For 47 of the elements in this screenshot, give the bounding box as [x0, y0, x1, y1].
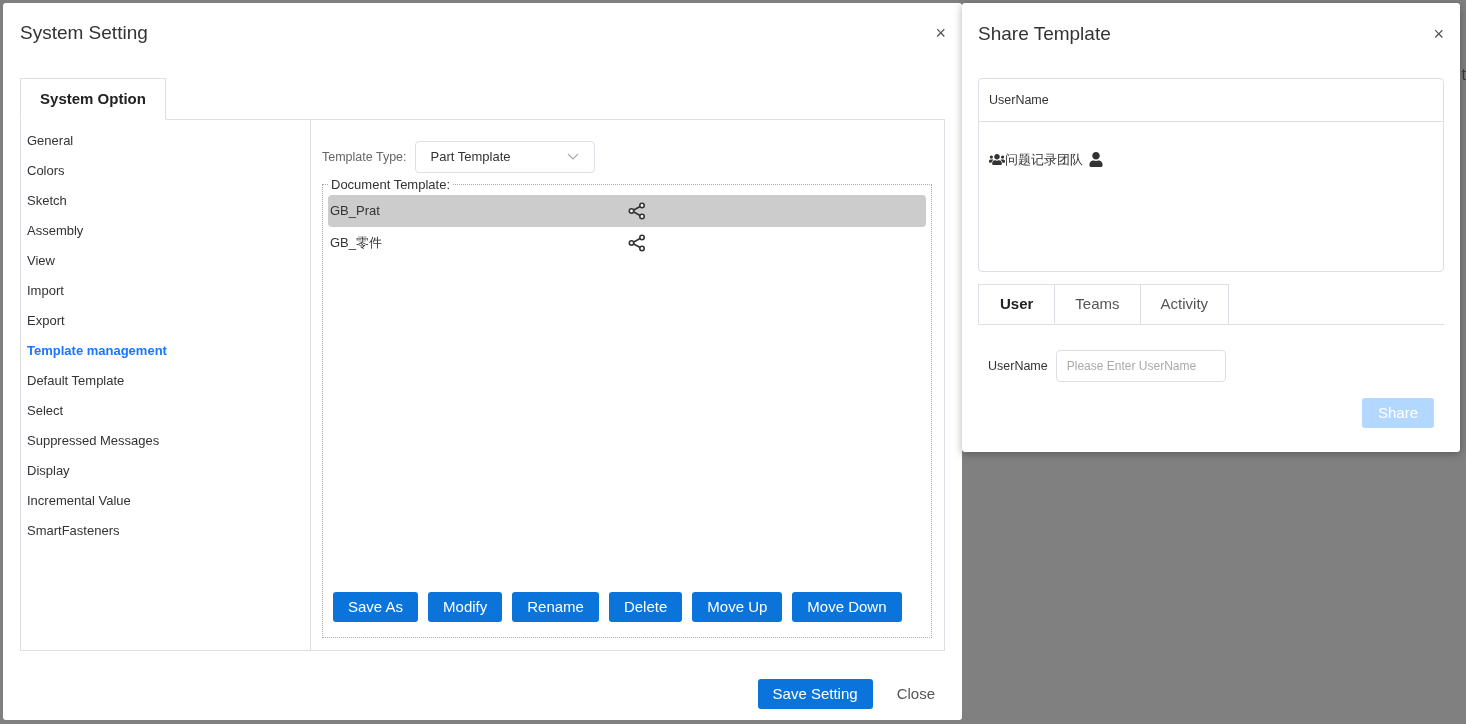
action-button[interactable]: Modify: [428, 592, 503, 622]
tab[interactable]: Teams: [1055, 284, 1141, 324]
field-label: Template Type:: [322, 148, 407, 166]
action-button[interactable]: Move Up: [692, 592, 783, 622]
username-input[interactable]: Please Enter UserName: [1055, 350, 1226, 382]
sidebar-item[interactable]: Display: [27, 456, 70, 486]
sidebar-item[interactable]: SmartFasteners: [27, 516, 120, 546]
sidebar-item[interactable]: General: [27, 126, 74, 156]
template-row[interactable]: GB_Prat: [328, 195, 926, 227]
sidebar-item[interactable]: Suppressed Messages: [27, 426, 160, 456]
action-button[interactable]: Move Down: [792, 592, 902, 622]
template-type-dropdown[interactable]: Part Template: [414, 141, 595, 173]
team-name: 问题记录团队: [1005, 151, 1083, 169]
tab[interactable]: User: [978, 284, 1056, 324]
group-legend: Document Template:: [329, 177, 452, 193]
template-row[interactable]: GB_零件: [328, 227, 926, 259]
dialog-title: System Setting: [20, 20, 148, 45]
sidebar-item[interactable]: Select: [27, 396, 64, 426]
sidebar-item[interactable]: Default Template: [27, 366, 125, 396]
chevron-down-icon: [566, 153, 579, 161]
action-button[interactable]: Rename: [512, 592, 599, 622]
close-button[interactable]: ×: [1433, 25, 1444, 43]
column-header: UserName: [989, 91, 1049, 109]
field-label: UserName: [988, 357, 1048, 375]
background-text: t: [1461, 66, 1466, 84]
sidebar-item[interactable]: Import: [27, 276, 64, 306]
close-button[interactable]: ×: [935, 24, 946, 42]
tab[interactable]: System Option: [20, 78, 166, 120]
team-icon: [989, 153, 1005, 167]
user-icon[interactable]: [1089, 152, 1103, 168]
share-icon[interactable]: [628, 234, 646, 252]
template-name: GB_零件: [330, 234, 383, 253]
sidebar-item[interactable]: Sketch: [27, 186, 67, 216]
template-name: GB_Prat: [330, 202, 381, 221]
sidebar-item[interactable]: Incremental Value: [27, 486, 131, 516]
action-button[interactable]: Delete: [608, 592, 683, 622]
save-setting-button[interactable]: Save Setting: [757, 679, 873, 709]
sidebar-item[interactable]: Colors: [27, 156, 65, 186]
sidebar-item[interactable]: Assembly: [27, 216, 84, 246]
sidebar-item[interactable]: Template management: [27, 336, 167, 366]
dialog-title: Share Template: [978, 21, 1111, 46]
tab[interactable]: Activity: [1140, 284, 1230, 324]
action-button[interactable]: Save As: [333, 592, 419, 622]
share-icon[interactable]: [628, 202, 646, 220]
sidebar-item[interactable]: View: [27, 246, 55, 276]
close-link[interactable]: Close: [896, 682, 935, 706]
sidebar-item[interactable]: Export: [27, 306, 65, 336]
